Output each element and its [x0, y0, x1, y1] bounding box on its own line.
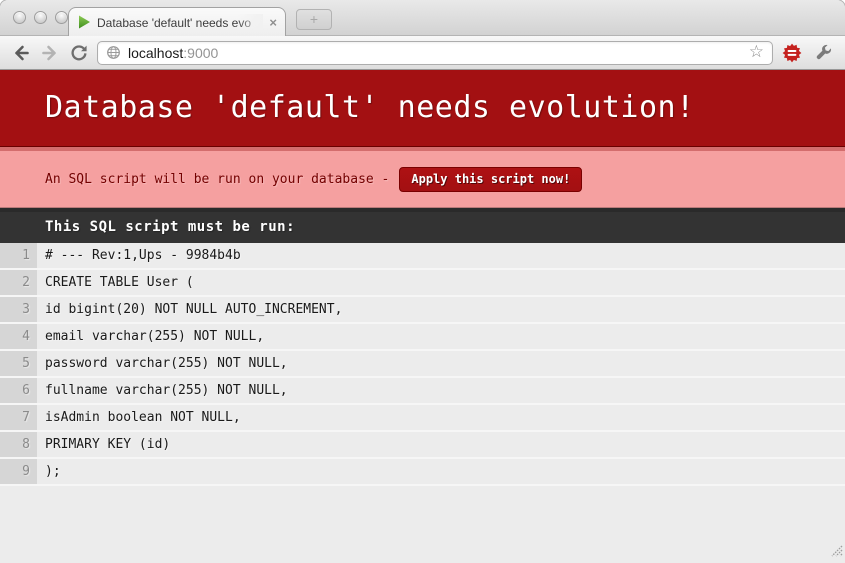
bookmark-star-icon[interactable]: ☆	[749, 44, 764, 61]
line-number: 6	[0, 378, 37, 403]
red-badge-icon	[782, 43, 802, 63]
globe-icon	[106, 45, 121, 60]
forward-arrow-icon	[40, 43, 60, 63]
line-code: PRIMARY KEY (id)	[37, 432, 170, 457]
script-line: 4 email varchar(255) NOT NULL,	[0, 324, 845, 351]
browser-tab[interactable]: Database 'default' needs evo ×	[68, 7, 286, 36]
line-code: id bigint(20) NOT NULL AUTO_INCREMENT,	[37, 297, 342, 322]
detail-text: An SQL script will be run on your databa…	[45, 172, 389, 187]
window-zoom-button[interactable]	[55, 11, 68, 24]
script-heading: This SQL script must be run:	[0, 208, 845, 243]
line-code: CREATE TABLE User (	[37, 270, 194, 295]
window-controls	[13, 11, 68, 24]
back-button[interactable]	[10, 42, 32, 64]
apply-script-button[interactable]: Apply this script now!	[399, 167, 582, 192]
line-number: 9	[0, 459, 37, 484]
line-number: 1	[0, 243, 37, 268]
url-port: :9000	[183, 45, 218, 61]
page-title: Database 'default' needs evolution!	[0, 70, 845, 147]
navigation-toolbar: localhost:9000 ☆	[0, 36, 845, 70]
script-line: 8 PRIMARY KEY (id)	[0, 432, 845, 459]
line-number: 2	[0, 270, 37, 295]
line-number: 4	[0, 324, 37, 349]
evolution-script: 1 # --- Rev:1,Ups - 9984b4b 2 CREATE TAB…	[0, 243, 845, 486]
browser-window: Database 'default' needs evo × +	[0, 0, 845, 563]
tab-title-wrap: Database 'default' needs evo	[97, 14, 263, 30]
line-code: fullname varchar(255) NOT NULL,	[37, 378, 288, 403]
new-tab-button[interactable]: +	[296, 9, 332, 30]
wrench-icon	[814, 43, 833, 62]
detail-banner: An SQL script will be run on your databa…	[0, 147, 845, 208]
line-code: );	[37, 459, 61, 484]
script-line: 5 password varchar(255) NOT NULL,	[0, 351, 845, 378]
reload-icon	[69, 43, 89, 63]
extension-badge-button[interactable]	[780, 41, 804, 65]
forward-button[interactable]	[39, 42, 61, 64]
url-host: localhost	[128, 45, 183, 61]
window-close-button[interactable]	[13, 11, 26, 24]
tab-title: Database 'default' needs evo	[97, 16, 251, 30]
script-line: 9 );	[0, 459, 845, 486]
tab-close-icon[interactable]: ×	[269, 16, 277, 29]
script-line: 3 id bigint(20) NOT NULL AUTO_INCREMENT,	[0, 297, 845, 324]
reload-button[interactable]	[68, 42, 90, 64]
line-code: email varchar(255) NOT NULL,	[37, 324, 264, 349]
url-input[interactable]: localhost:9000 ☆	[97, 41, 773, 65]
wrench-menu-button[interactable]	[811, 41, 835, 65]
line-number: 5	[0, 351, 37, 376]
url-text: localhost:9000	[128, 42, 218, 64]
line-number: 8	[0, 432, 37, 457]
script-line: 6 fullname varchar(255) NOT NULL,	[0, 378, 845, 405]
window-minimize-button[interactable]	[34, 11, 47, 24]
resize-grip[interactable]	[830, 542, 843, 561]
page-content: Database 'default' needs evolution! An S…	[0, 70, 845, 563]
play-favicon-icon	[78, 15, 91, 29]
tab-strip: Database 'default' needs evo × +	[0, 0, 845, 36]
line-code: isAdmin boolean NOT NULL,	[37, 405, 241, 430]
line-code: # --- Rev:1,Ups - 9984b4b	[37, 243, 241, 268]
back-arrow-icon	[11, 43, 31, 63]
script-line: 7 isAdmin boolean NOT NULL,	[0, 405, 845, 432]
line-number: 3	[0, 297, 37, 322]
script-line: 1 # --- Rev:1,Ups - 9984b4b	[0, 243, 845, 270]
script-line: 2 CREATE TABLE User (	[0, 270, 845, 297]
line-number: 7	[0, 405, 37, 430]
line-code: password varchar(255) NOT NULL,	[37, 351, 288, 376]
